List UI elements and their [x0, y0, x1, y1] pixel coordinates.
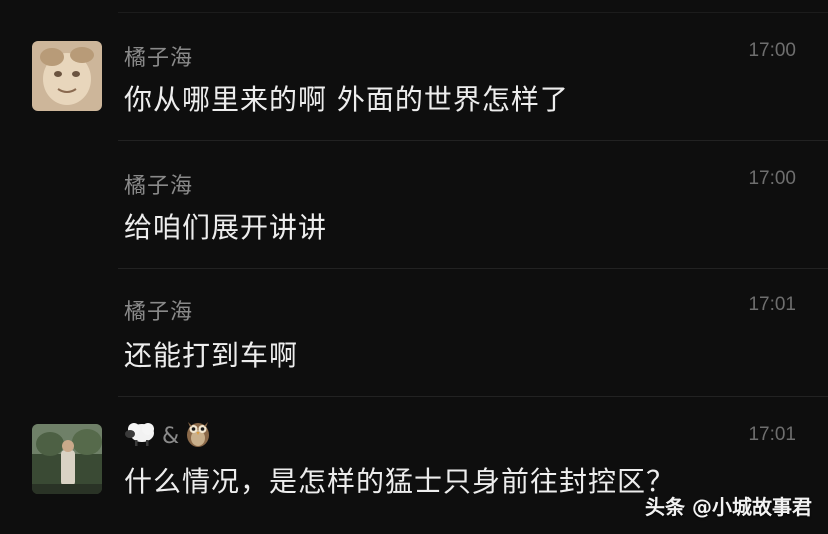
message-text: 还能打到车啊 [124, 339, 299, 372]
divider [118, 12, 828, 13]
watermark-brand: 头条 [645, 495, 686, 519]
message-time: 17:00 [748, 168, 796, 189]
sender-name: & [162, 423, 180, 449]
sender-name: 橘子海 [124, 174, 194, 199]
sender-name-row: & [124, 418, 211, 454]
chat-history: 橘子海 17:00 你从哪里来的啊 外面的世界怎样了 橘子海 17:00 给咱们… [0, 0, 828, 534]
sender-name: 橘子海 [124, 300, 194, 325]
watermark: 头条 @小城故事君 [645, 491, 812, 520]
sender-name: 橘子海 [124, 46, 194, 71]
avatar[interactable] [32, 41, 102, 111]
message-text: 你从哪里来的啊 外面的世界怎样了 [124, 83, 569, 116]
message-time: 17:01 [748, 424, 796, 445]
message-text: 给咱们展开讲讲 [124, 211, 328, 244]
divider [118, 268, 828, 269]
watermark-handle: @小城故事君 [692, 495, 812, 519]
divider [118, 396, 828, 397]
owl-emoji-icon [185, 418, 211, 454]
message-time: 17:01 [748, 294, 796, 315]
sheep-emoji-icon [124, 419, 156, 453]
divider [118, 140, 828, 141]
message-text: 什么情况，是怎样的猛士只身前往封控区？ [124, 465, 676, 498]
message-time: 17:00 [748, 40, 796, 61]
avatar[interactable] [32, 424, 102, 494]
